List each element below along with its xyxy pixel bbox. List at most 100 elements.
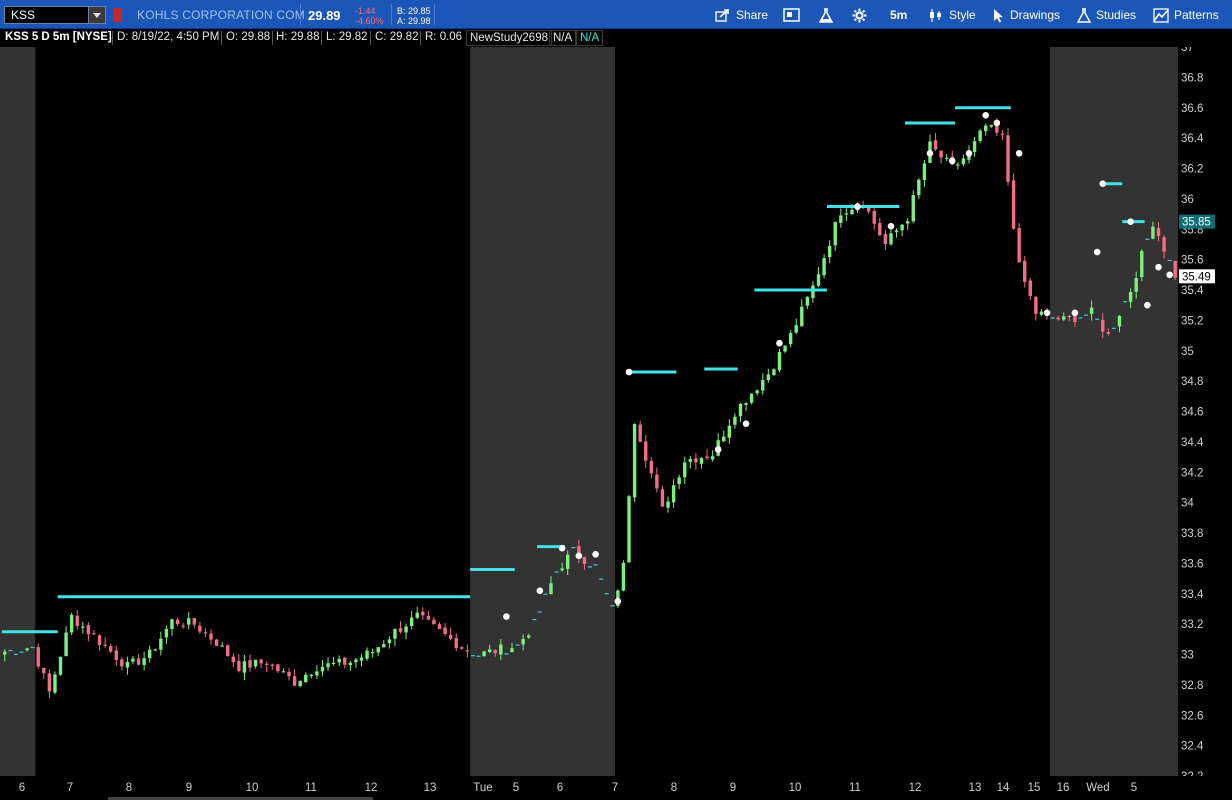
candle bbox=[1089, 307, 1094, 314]
y-tick-label: 36.4 bbox=[1181, 133, 1204, 145]
candle bbox=[265, 663, 269, 665]
candle bbox=[917, 179, 921, 196]
study-marker bbox=[1144, 301, 1151, 309]
candle bbox=[214, 639, 219, 647]
x-tick-label: 9 bbox=[186, 782, 192, 794]
study-marker bbox=[714, 446, 722, 453]
time-axis[interactable]: 6 7 8 9 10 11 12 13 Tue 5 6 7 8 9 10 11 12 13 14 15 16 Wed 5 bbox=[0, 776, 1232, 800]
y-tick-label: 34.2 bbox=[1181, 467, 1203, 479]
drawings-button[interactable]: Drawings bbox=[993, 6, 1060, 24]
candle bbox=[465, 650, 470, 652]
candle bbox=[470, 654, 475, 657]
study-name[interactable]: NewStudy2698 bbox=[466, 30, 552, 46]
study-marker bbox=[614, 598, 622, 605]
price-chart[interactable]: 3736.836.636.436.23635.835.635.435.23534… bbox=[0, 47, 1232, 800]
chart-status-bar: KSS 5 D 5m [NYSE] D: 8/19/22, 4:50 PM O:… bbox=[0, 29, 1232, 47]
candle bbox=[811, 285, 815, 298]
candle bbox=[86, 625, 91, 635]
candle bbox=[404, 626, 408, 633]
style-button[interactable]: Style bbox=[928, 6, 976, 24]
bid-price: B: 29.85 bbox=[397, 6, 431, 16]
y-tick-label: 33.2 bbox=[1181, 619, 1203, 631]
candle bbox=[599, 578, 604, 580]
candle bbox=[69, 614, 74, 633]
symbol-text: KSS bbox=[11, 8, 36, 22]
candle bbox=[582, 556, 587, 564]
share-button[interactable]: Share bbox=[715, 6, 768, 24]
candle bbox=[905, 221, 910, 224]
study-marker bbox=[1099, 180, 1107, 187]
studies-button[interactable]: Studies bbox=[1077, 6, 1136, 24]
candle bbox=[872, 211, 876, 224]
candle bbox=[560, 568, 564, 571]
study-marker bbox=[558, 544, 566, 552]
study-marker bbox=[742, 420, 750, 427]
candle bbox=[504, 653, 509, 655]
patterns-icon bbox=[1153, 7, 1169, 23]
candle bbox=[1101, 319, 1105, 332]
candle bbox=[1000, 133, 1005, 135]
x-tick-label: 7 bbox=[612, 782, 618, 794]
study-value: N/A bbox=[576, 30, 604, 46]
candle bbox=[376, 647, 380, 653]
price-axis[interactable]: 3736.836.636.436.23635.835.635.435.23534… bbox=[1178, 47, 1232, 800]
candle bbox=[136, 658, 141, 665]
candle bbox=[566, 554, 570, 569]
candle bbox=[482, 651, 486, 657]
candle bbox=[816, 274, 821, 286]
divider bbox=[420, 31, 421, 45]
candle bbox=[777, 351, 782, 371]
candle bbox=[343, 657, 347, 665]
candle bbox=[900, 224, 904, 231]
candle bbox=[1023, 261, 1027, 282]
candle bbox=[1123, 301, 1128, 303]
candle bbox=[699, 457, 704, 464]
chart-toolbar: KSS KOHLS CORPORATION COM 29.89 -1.44 -4… bbox=[0, 0, 1232, 29]
lab-button[interactable] bbox=[819, 6, 833, 24]
candle bbox=[493, 650, 497, 654]
study-value: N/A bbox=[549, 30, 577, 46]
y-tick-label: 32.8 bbox=[1181, 680, 1203, 692]
grid-icon bbox=[783, 8, 800, 22]
candle bbox=[939, 150, 943, 158]
patterns-label: Patterns bbox=[1174, 8, 1219, 22]
candle bbox=[220, 645, 224, 647]
candle bbox=[248, 660, 252, 668]
candle bbox=[889, 233, 893, 245]
chevron-down-icon[interactable] bbox=[88, 7, 105, 23]
study-marker bbox=[854, 203, 861, 210]
candle bbox=[1173, 260, 1177, 278]
x-tick-label: 15 bbox=[1028, 782, 1041, 794]
candle bbox=[304, 674, 308, 683]
x-tick-label: 13 bbox=[969, 782, 982, 794]
patterns-button[interactable]: Patterns bbox=[1153, 6, 1219, 24]
x-tick-label: 12 bbox=[909, 782, 922, 794]
candle bbox=[1034, 296, 1038, 314]
x-tick-label: 5 bbox=[1131, 782, 1137, 794]
y-tick-label: 32.4 bbox=[1181, 741, 1204, 753]
candle bbox=[97, 635, 102, 645]
study-marker bbox=[887, 222, 895, 230]
candle bbox=[1140, 250, 1144, 278]
candle bbox=[655, 474, 659, 489]
candle bbox=[694, 458, 698, 463]
study-marker bbox=[965, 150, 973, 157]
candle bbox=[326, 663, 330, 668]
settings-button[interactable] bbox=[852, 6, 867, 24]
study-marker bbox=[1127, 218, 1134, 225]
company-name: KOHLS CORPORATION COM bbox=[137, 8, 305, 22]
candle bbox=[47, 673, 52, 692]
candle bbox=[53, 674, 57, 693]
candle bbox=[398, 628, 403, 632]
bar-open: O: 29.88 bbox=[226, 31, 271, 43]
timeframe-button[interactable]: 5m bbox=[890, 6, 907, 24]
y-tick-label: 36 bbox=[1181, 194, 1194, 206]
x-tick-label: 7 bbox=[67, 782, 73, 794]
symbol-selector[interactable]: KSS bbox=[4, 6, 106, 24]
candle bbox=[727, 425, 732, 438]
study-marker bbox=[1043, 309, 1051, 317]
candle bbox=[911, 195, 915, 222]
candle bbox=[738, 403, 743, 417]
flexgrid-button[interactable] bbox=[783, 6, 800, 24]
candle bbox=[1128, 291, 1133, 302]
